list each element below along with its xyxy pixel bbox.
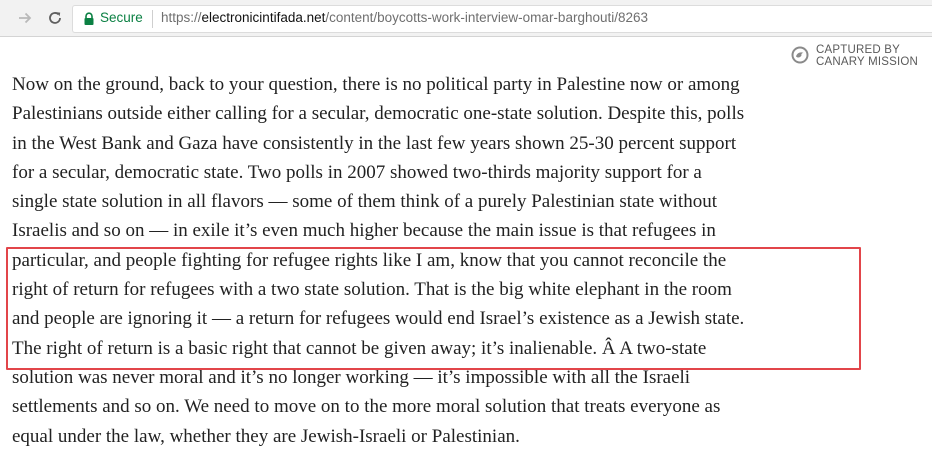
article-line: Palestinians outside either calling for …	[12, 103, 745, 125]
article-body: Now on the ground, back to your question…	[12, 70, 892, 451]
address-separator	[152, 10, 153, 28]
address-bar[interactable]: Secure https://electronicintifada.net/co…	[72, 5, 932, 33]
watermark-text: CAPTURED BY CANARY MISSION	[816, 44, 928, 68]
browser-toolbar: Secure https://electronicintifada.net/co…	[0, 0, 932, 37]
forward-arrow-icon	[19, 12, 32, 24]
article-line: solution was never moral and it’s no lon…	[12, 366, 691, 388]
article-line: right of return for refugees with a two …	[12, 279, 732, 301]
article-line: settlements and so on. We need to move o…	[12, 396, 721, 418]
reload-icon	[49, 12, 61, 24]
article-line: The right of return is a basic right tha…	[12, 337, 707, 359]
watermark-line-2: CANARY MISSION	[816, 56, 919, 68]
canary-mission-watermark: CAPTURED BY CANARY MISSION	[791, 44, 928, 68]
url-host: electronicintifada.net	[201, 10, 326, 25]
article-line: particular, and people fighting for refu…	[12, 249, 727, 271]
article-line: in the West Bank and Gaza have consisten…	[12, 132, 737, 154]
url-text[interactable]: https://electronicintifada.net/content/b…	[161, 10, 648, 25]
url-path: /content/boycotts-work-interview-omar-ba…	[325, 10, 649, 25]
article-line: equal under the law, whether they are Je…	[12, 425, 520, 447]
watermark-line-1: CAPTURED BY	[816, 44, 900, 56]
canary-logo-icon	[791, 46, 809, 64]
article-line: for a secular, democratic state. Two pol…	[12, 161, 702, 183]
article-line: Now on the ground, back to your question…	[12, 74, 740, 95]
lock-icon	[84, 12, 94, 25]
article-line: single state solution in all flavors — s…	[12, 191, 717, 213]
url-scheme: https://	[161, 10, 202, 25]
secure-label: Secure	[100, 10, 143, 25]
reload-button[interactable]	[44, 7, 66, 29]
forward-button[interactable]	[14, 7, 36, 29]
article-line: Israelis and so on — in exile it’s even …	[12, 220, 716, 242]
article-line: and people are ignoring it — a return fo…	[12, 308, 745, 330]
